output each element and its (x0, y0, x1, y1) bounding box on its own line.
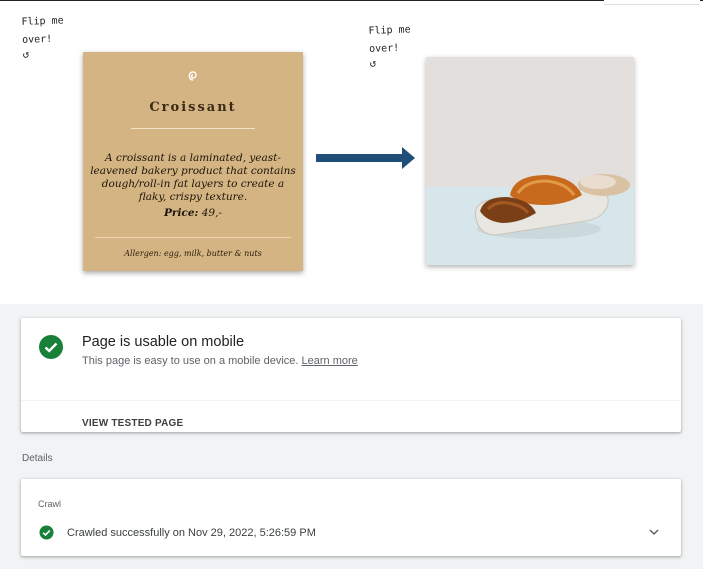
flip-note-text: Flip me over! (21, 15, 64, 46)
check-circle-icon (38, 334, 64, 365)
divider (21, 400, 681, 401)
card-price: Price: 49,- (83, 207, 303, 219)
menu-card-back-photo[interactable] (426, 57, 634, 265)
result-card: Page is usable on mobile This page is ea… (21, 318, 681, 432)
flip-note-text: Flip me over! (368, 24, 411, 55)
check-circle-icon (39, 525, 54, 545)
flip-note-back: Flip me over! ↺ (368, 21, 420, 69)
result-description-text: This page is easy to use on a mobile dev… (82, 355, 299, 367)
view-tested-page-button[interactable]: VIEW TESTED PAGE (82, 418, 183, 429)
croissant-photo (426, 57, 634, 265)
menu-card-front[interactable]: Croissant A croissant is a laminated, ye… (83, 52, 303, 271)
swirl-logo-icon (83, 70, 303, 86)
crawl-status: Crawled successfully on Nov 29, 2022, 5:… (67, 527, 316, 539)
price-value: 49,- (201, 207, 222, 219)
crawl-section-label: Crawl (38, 499, 62, 509)
rotate-arrow-icon: ↺ (22, 47, 30, 61)
details-heading: Details (22, 453, 53, 464)
card-allergens: Allergen: egg, milk, butter & nuts (124, 249, 262, 258)
price-label: Price: (164, 207, 199, 219)
result-title: Page is usable on mobile (82, 334, 245, 350)
learn-more-link[interactable]: Learn more (302, 355, 358, 367)
mobile-friendly-test-section: Page is usable on mobile This page is ea… (0, 304, 703, 569)
right-arrow-icon (316, 146, 416, 175)
crawl-card: Crawl Crawled successfully on Nov 29, 20… (21, 479, 681, 556)
card-description: A croissant is a laminated, yeast-leaven… (90, 152, 296, 203)
divider (131, 128, 255, 129)
result-description: This page is easy to use on a mobile dev… (82, 355, 358, 367)
top-border (0, 0, 703, 1)
rotate-arrow-icon: ↺ (369, 56, 377, 70)
flip-note-front: Flip me over! ↺ (21, 12, 73, 60)
top-edge-fragment (604, 0, 700, 5)
chevron-down-icon[interactable] (647, 525, 661, 544)
divider (95, 237, 291, 238)
card-title: Croissant (149, 100, 237, 115)
